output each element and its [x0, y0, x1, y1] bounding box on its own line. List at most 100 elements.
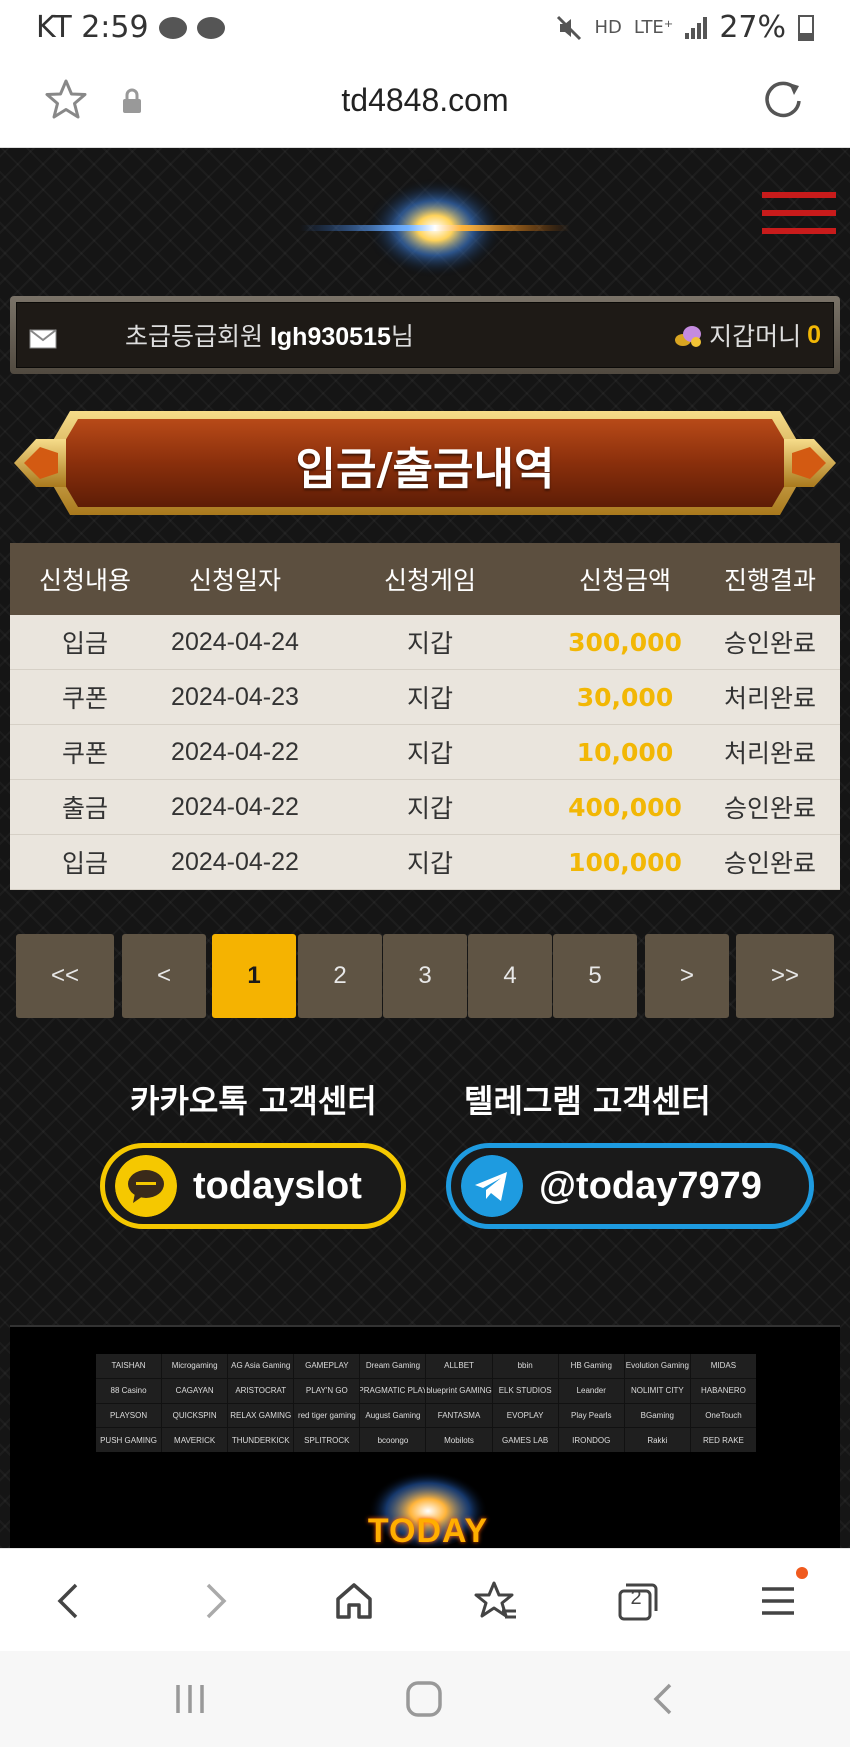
cell-date: 2024-04-22 [171, 792, 299, 821]
provider-logo: Leander [558, 1378, 624, 1403]
cell-type: 출금 [61, 794, 108, 823]
table-row: 입금 2024-04-24 지갑 300,000 승인완료 [10, 615, 840, 670]
provider-logo: Play Pearls [558, 1403, 624, 1428]
footer-logo[interactable]: TODAY SLOT [318, 1512, 538, 1548]
forward-icon[interactable] [190, 1577, 238, 1625]
col-header-result: 진행결과 [723, 566, 816, 595]
cell-type: 쿠폰 [61, 684, 108, 713]
table-row: 쿠폰 2024-04-23 지갑 30,000 처리완료 [10, 670, 840, 725]
cell-result: 처리완료 [723, 684, 816, 713]
table-row: 출금 2024-04-22 지갑 400,000 승인완료 [10, 780, 840, 835]
kakao-id: todayslot [193, 1165, 362, 1207]
mute-icon [557, 15, 582, 40]
provider-logo: blueprint GAMING [426, 1378, 492, 1403]
member-honorific: 님 [390, 323, 414, 351]
coin-bag-icon [675, 326, 702, 347]
cell-result: 승인완료 [723, 629, 816, 658]
provider-logo: RED RAKE [690, 1428, 756, 1452]
member-grade: 초급등급회원 [125, 323, 264, 351]
battery-percent: 27% [719, 10, 786, 45]
kakao-support-label: 카카오톡 고객센터 [130, 1082, 377, 1120]
menu-hamburger-button[interactable] [762, 192, 836, 252]
bookmarks-icon[interactable] [472, 1577, 520, 1625]
cell-date: 2024-04-24 [171, 627, 299, 656]
home-button-icon[interactable] [404, 1679, 444, 1719]
history-table: 신청내용 신청일자 신청게임 신청금액 진행결과 입금 2024-04-24 지… [10, 543, 840, 890]
provider-logo: Mobilots [426, 1428, 492, 1452]
cell-game: 지갑 [406, 794, 453, 823]
provider-logo: GAMEPLAY [294, 1354, 360, 1378]
member-greeting: 초급등급회원 lgh930515님 [125, 317, 414, 353]
provider-logo: HB Gaming [558, 1354, 624, 1378]
provider-logo-grid: TAISHAN Microgaming AG Asia Gaming GAMEP… [96, 1354, 756, 1452]
member-username: lgh930515 [269, 323, 391, 351]
cell-type: 입금 [61, 849, 108, 878]
provider-logo: RELAX GAMING [228, 1403, 294, 1428]
provider-logo: bcoongo [360, 1428, 426, 1452]
page-button-5[interactable]: 5 [553, 934, 637, 1018]
col-header-game: 신청게임 [383, 566, 476, 595]
mail-icon[interactable] [29, 329, 57, 349]
page-button-3[interactable]: 3 [383, 934, 467, 1018]
provider-logo: bbin [492, 1354, 558, 1378]
talk-notification-icon [158, 16, 187, 39]
page-button-4[interactable]: 4 [468, 934, 552, 1018]
url-text[interactable]: td4848.com [0, 82, 850, 119]
cell-type: 쿠폰 [61, 739, 108, 768]
table-row: 입금 2024-04-22 지갑 100,000 승인완료 [10, 835, 840, 890]
page-next-button[interactable]: > [645, 934, 729, 1018]
page-prev-button[interactable]: < [122, 934, 206, 1018]
provider-logo: PUSH GAMING [96, 1428, 162, 1452]
chat-notification-icon [196, 16, 225, 39]
cell-date: 2024-04-22 [171, 737, 299, 766]
page-button-1[interactable]: 1 [212, 934, 296, 1018]
provider-logo: August Gaming [360, 1403, 426, 1428]
wallet-label: 지갑머니 [709, 323, 802, 351]
telegram-id: @today7979 [539, 1165, 762, 1207]
cell-date: 2024-04-23 [171, 682, 299, 711]
battery-icon [798, 14, 814, 41]
provider-logo: FANTASMA [426, 1403, 492, 1428]
header-flare-logo[interactable] [300, 168, 570, 288]
member-info-bar: 초급등급회원 lgh930515님 지갑머니 0 [10, 296, 840, 374]
home-icon[interactable] [330, 1577, 378, 1625]
provider-logo: Evolution Gaming [624, 1354, 690, 1378]
lte-icon: LTE⁺ [633, 17, 674, 38]
provider-logo: PLAY'N GO [294, 1378, 360, 1403]
reload-icon[interactable] [760, 78, 806, 124]
telegram-support-label: 텔레그램 고객센터 [464, 1082, 711, 1120]
kakao-contact-button[interactable]: todayslot [100, 1143, 406, 1229]
page-first-button[interactable]: << [16, 934, 114, 1018]
provider-logo: BGaming [624, 1403, 690, 1428]
system-navigation-bar [0, 1651, 850, 1747]
page-last-button[interactable]: >> [736, 934, 834, 1018]
cell-amount: 400,000 [568, 792, 682, 822]
recent-apps-icon[interactable] [170, 1679, 210, 1719]
browser-toolbar: 2 [0, 1548, 850, 1651]
telegram-contact-button[interactable]: @today7979 [446, 1143, 814, 1229]
history-header-row: 신청내용 신청일자 신청게임 신청금액 진행결과 [10, 543, 840, 615]
col-header-amount: 신청금액 [578, 566, 671, 595]
cell-game: 지갑 [406, 629, 453, 658]
col-header-date: 신청일자 [188, 566, 281, 595]
cell-amount: 300,000 [568, 627, 682, 657]
cell-game: 지갑 [406, 739, 453, 768]
provider-logo: NOLIMIT CITY [624, 1378, 690, 1403]
system-back-icon[interactable] [644, 1679, 684, 1719]
provider-logo: Rakki [624, 1428, 690, 1452]
cell-amount: 30,000 [576, 682, 674, 712]
cell-game: 지갑 [406, 849, 453, 878]
provider-logo: PLAYSON [96, 1403, 162, 1428]
back-icon[interactable] [46, 1577, 94, 1625]
menu-icon[interactable] [754, 1577, 802, 1625]
page-button-2[interactable]: 2 [298, 934, 382, 1018]
provider-logo: EVOPLAY [492, 1403, 558, 1428]
provider-logo: ELK STUDIOS [492, 1378, 558, 1403]
provider-logo: red tiger gaming [294, 1403, 360, 1428]
provider-logo: AG Asia Gaming [228, 1354, 294, 1378]
table-row: 쿠폰 2024-04-22 지갑 10,000 처리완료 [10, 725, 840, 780]
provider-logo: HABANERO [690, 1378, 756, 1403]
provider-logo: 88 Casino [96, 1378, 162, 1403]
provider-logo: MAVERICK [162, 1428, 228, 1452]
provider-logo: Microgaming [162, 1354, 228, 1378]
